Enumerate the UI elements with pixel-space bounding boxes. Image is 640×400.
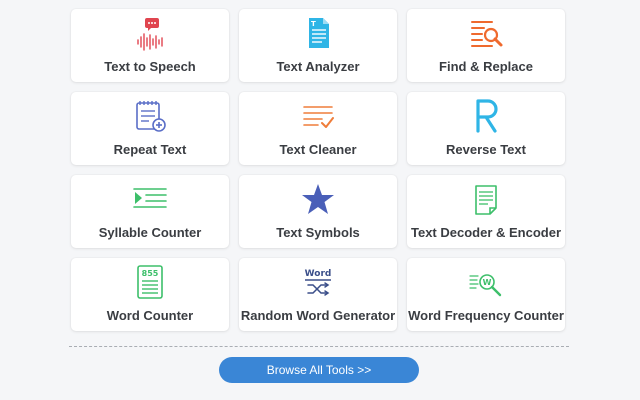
tool-label: Text Analyzer	[276, 59, 360, 74]
tool-card-text-analyzer[interactable]: T Text Analyzer	[239, 9, 397, 82]
find-replace-icon	[468, 15, 504, 51]
tool-card-word-frequency-counter[interactable]: W Word Frequency Counter	[407, 258, 565, 331]
tool-label: Repeat Text	[113, 142, 187, 157]
tool-label: Reverse Text	[446, 142, 526, 157]
reverse-text-icon	[468, 98, 504, 134]
tool-label: Text to Speech	[104, 59, 196, 74]
random-word-text: Word	[305, 269, 332, 279]
tools-grid: Text to Speech T Text Analyzer Find & Re…	[71, 9, 565, 331]
tool-label: Text Symbols	[276, 225, 360, 240]
tool-card-text-to-speech[interactable]: Text to Speech	[71, 9, 229, 82]
word-count-number: 855	[142, 269, 159, 278]
syllable-counter-icon	[132, 181, 168, 217]
tool-card-find-replace[interactable]: Find & Replace	[407, 9, 565, 82]
frequency-letter: W	[483, 278, 492, 287]
tool-label: Random Word Generator	[240, 308, 396, 323]
word-counter-icon: 855	[132, 264, 168, 300]
tool-card-reverse-text[interactable]: Reverse Text	[407, 92, 565, 165]
tool-label: Text Cleaner	[279, 142, 357, 157]
tool-label: Syllable Counter	[98, 225, 202, 240]
browse-all-tools-button[interactable]: Browse All Tools >>	[219, 357, 419, 383]
text-cleaner-icon	[300, 98, 336, 134]
repeat-text-icon	[132, 98, 168, 134]
tool-card-word-counter[interactable]: 855 Word Counter	[71, 258, 229, 331]
text-analyzer-icon: T	[300, 15, 336, 51]
tool-card-syllable-counter[interactable]: Syllable Counter	[71, 175, 229, 248]
svg-text:T: T	[311, 20, 316, 28]
tool-card-text-cleaner[interactable]: Text Cleaner	[239, 92, 397, 165]
tool-card-text-symbols[interactable]: Text Symbols	[239, 175, 397, 248]
tool-label: Text Decoder & Encoder	[410, 225, 562, 240]
star-icon	[300, 181, 336, 217]
decoder-encoder-icon	[468, 181, 504, 217]
tool-card-random-word-generator[interactable]: Word Random Word Generator	[239, 258, 397, 331]
tool-label: Word Frequency Counter	[408, 308, 564, 323]
random-word-icon: Word	[300, 264, 336, 300]
tool-label: Find & Replace	[439, 59, 533, 74]
tool-label: Word Counter	[106, 308, 194, 323]
tool-card-repeat-text[interactable]: Repeat Text	[71, 92, 229, 165]
tool-card-text-decoder-encoder[interactable]: Text Decoder & Encoder	[407, 175, 565, 248]
word-frequency-icon: W	[468, 264, 504, 300]
dashed-divider	[69, 346, 569, 347]
text-to-speech-icon	[132, 15, 168, 51]
